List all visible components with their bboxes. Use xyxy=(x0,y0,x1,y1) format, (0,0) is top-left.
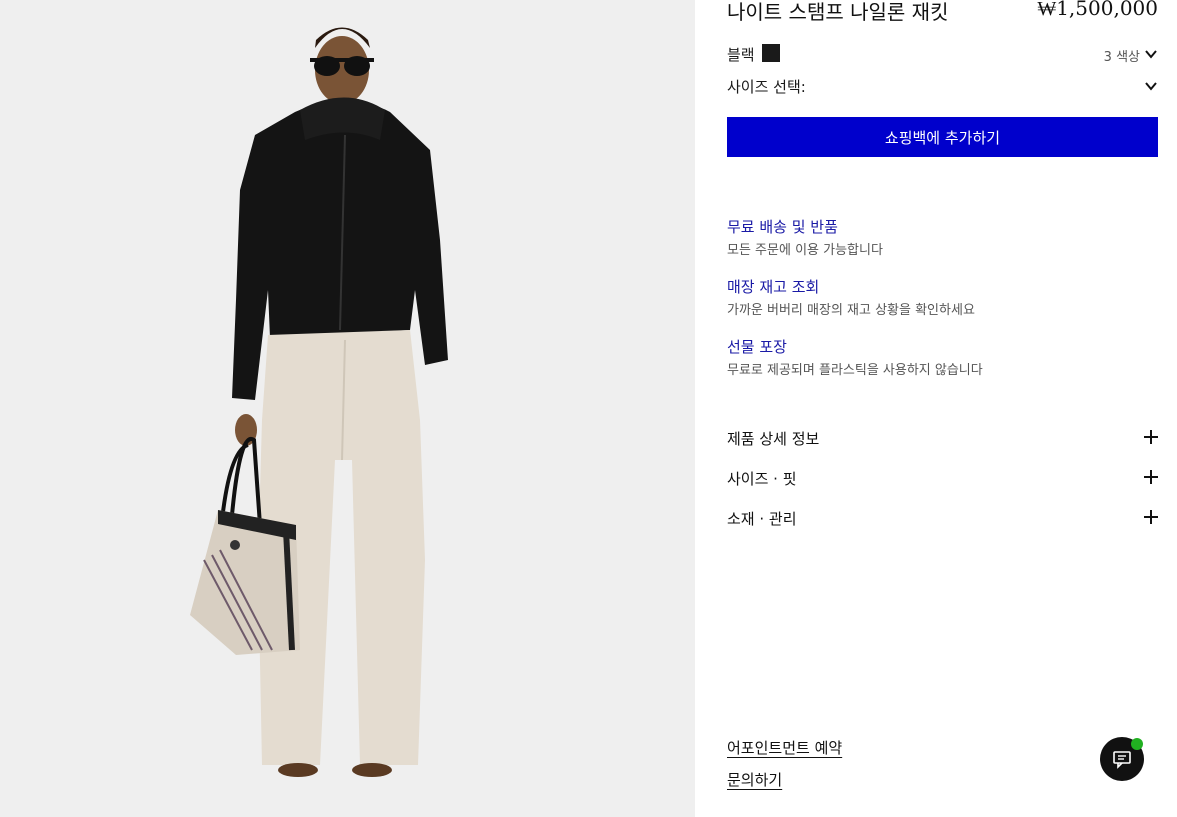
appointment-link[interactable]: 어포인트먼트 예약 xyxy=(727,737,842,758)
add-to-bag-button[interactable]: 쇼핑백에 추가하기 xyxy=(727,117,1158,157)
chevron-down-icon[interactable] xyxy=(1144,47,1158,61)
service-gift-wrap-title[interactable]: 선물 포장 xyxy=(727,336,787,357)
product-price: ₩1,500,000 xyxy=(1037,0,1158,20)
plus-icon[interactable] xyxy=(1144,510,1158,524)
chevron-down-icon[interactable] xyxy=(1144,79,1158,93)
inquiry-link[interactable]: 문의하기 xyxy=(727,769,782,790)
product-info-panel: 나이트 스탬프 나일론 재킷 ₩1,500,000 블랙 3 색상 사이즈 선택… xyxy=(727,0,1158,817)
chat-status-badge xyxy=(1131,738,1143,750)
service-free-shipping-desc: 모든 주문에 이용 가능합니다 xyxy=(727,243,883,258)
accordion-size-fit[interactable]: 사이즈 · 핏 xyxy=(727,468,797,489)
service-store-stock-title[interactable]: 매장 재고 조회 xyxy=(727,276,819,297)
size-select-label[interactable]: 사이즈 선택: xyxy=(727,76,806,97)
product-title: 나이트 스탬프 나일론 재킷 xyxy=(727,0,949,24)
plus-icon[interactable] xyxy=(1144,430,1158,444)
color-label: 블랙 xyxy=(727,46,755,64)
service-free-shipping-title[interactable]: 무료 배송 및 반품 xyxy=(727,216,838,237)
plus-icon[interactable] xyxy=(1144,470,1158,484)
product-image[interactable] xyxy=(0,0,695,817)
color-count[interactable]: 3 색상 xyxy=(1104,46,1140,65)
service-store-stock-desc: 가까운 버버리 매장의 재고 상황을 확인하세요 xyxy=(727,303,975,318)
service-gift-wrap-desc: 무료로 제공되며 플라스틱을 사용하지 않습니다 xyxy=(727,363,983,378)
color-swatch[interactable] xyxy=(762,44,780,62)
model-illustration xyxy=(0,0,695,817)
accordion-product-details[interactable]: 제품 상세 정보 xyxy=(727,428,819,449)
accordion-material-care[interactable]: 소재 · 관리 xyxy=(727,508,797,529)
chat-icon xyxy=(1113,751,1131,769)
